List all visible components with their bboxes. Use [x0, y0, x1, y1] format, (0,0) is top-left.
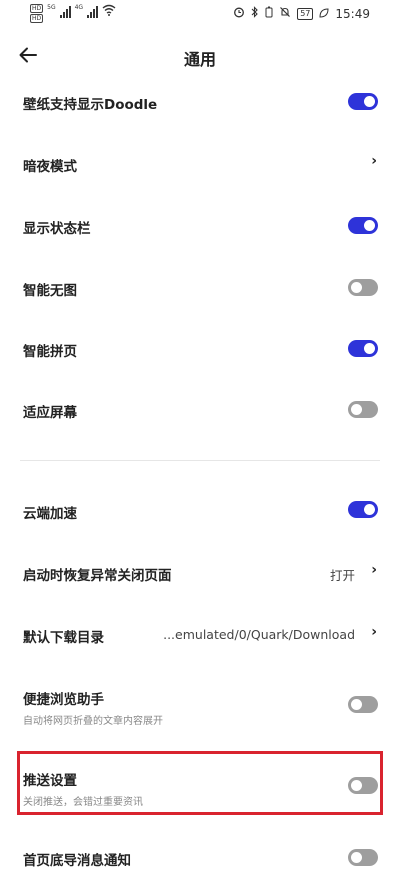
setting-show-status-bar[interactable]: 显示状态栏: [0, 201, 400, 251]
wifi-icon: [102, 4, 116, 19]
page-title: 通用: [183, 50, 216, 69]
cloud-accel-toggle[interactable]: [348, 501, 378, 518]
battery-indicator: 57: [297, 7, 314, 20]
setting-smart-no-image[interactable]: 智能无图: [0, 263, 400, 313]
setting-restore-pages[interactable]: 启动时恢复异常关闭页面 打开 ›: [0, 547, 400, 597]
setting-description: 自动将网页折叠的文章内容展开: [23, 716, 163, 727]
setting-value: ...emulated/0/Quark/Download: [163, 627, 355, 642]
network-label: 4G: [74, 4, 84, 11]
mute-icon: [279, 6, 291, 21]
show-status-bar-toggle[interactable]: [348, 217, 378, 234]
setting-home-bottom-notify[interactable]: 首页底导消息通知: [0, 833, 400, 883]
setting-quick-browse[interactable]: 便捷浏览助手 自动将网页折叠的文章内容展开: [0, 680, 400, 730]
quick-browse-toggle[interactable]: [348, 696, 378, 713]
setting-label: 云端加速: [23, 506, 77, 522]
hd-badge: HD: [30, 14, 44, 23]
setting-value: 打开: [329, 568, 355, 583]
clock: 15:49: [335, 6, 370, 21]
setting-label: 显示状态栏: [23, 221, 91, 237]
smart-page-join-toggle[interactable]: [348, 340, 378, 357]
hd-badge: HD: [30, 4, 44, 13]
setting-label: 首页底导消息通知: [23, 853, 131, 869]
section-divider: [20, 460, 380, 461]
setting-label: 智能无图: [23, 283, 77, 299]
setting-smart-page-join[interactable]: 智能拼页: [0, 324, 400, 374]
setting-label: 便捷浏览助手: [23, 692, 104, 708]
chevron-right-icon: ›: [371, 624, 377, 640]
fit-screen-toggle[interactable]: [348, 401, 378, 418]
network-label: 5G: [47, 4, 56, 11]
home-bottom-notify-toggle[interactable]: [348, 849, 378, 866]
setting-label: 智能拼页: [23, 344, 77, 360]
sim-badges: HD HD: [30, 4, 44, 23]
leaf-icon: [319, 7, 329, 21]
setting-label: 默认下载目录: [23, 630, 104, 646]
setting-wallpaper-doodle[interactable]: 壁纸支持显示Doodle: [0, 77, 400, 127]
signal-icon: [59, 6, 71, 18]
setting-fit-screen[interactable]: 适应屏幕: [0, 385, 400, 435]
status-icons: 57 15:49: [233, 6, 370, 21]
setting-cloud-accel[interactable]: 云端加速: [0, 485, 400, 535]
battery-saver-icon: [265, 6, 273, 21]
wallpaper-doodle-toggle[interactable]: [348, 93, 378, 110]
setting-label: 壁纸支持显示Doodle: [23, 97, 158, 113]
status-bar: HD HD 5G 5G 4G 57 15:49: [0, 0, 400, 30]
setting-download-dir[interactable]: 默认下载目录 ...emulated/0/Quark/Download ›: [0, 609, 400, 659]
setting-label: 适应屏幕: [23, 405, 77, 421]
chevron-right-icon: ›: [371, 562, 377, 578]
highlight-box: [17, 751, 383, 815]
setting-label: 启动时恢复异常关闭页面: [23, 568, 172, 584]
network-type: 4G: [75, 4, 83, 11]
chevron-right-icon: ›: [371, 153, 377, 169]
setting-label: 暗夜模式: [23, 159, 77, 175]
signal-icon: [87, 6, 99, 18]
bluetooth-icon: [251, 6, 259, 21]
header: 通用: [0, 38, 400, 72]
setting-dark-mode[interactable]: 暗夜模式 ›: [0, 139, 400, 189]
smart-no-image-toggle[interactable]: [348, 279, 378, 296]
signal-area: HD HD 5G 5G 4G: [30, 4, 116, 23]
network-type: 5G 5G: [47, 4, 55, 19]
alarm-icon: [233, 6, 245, 21]
